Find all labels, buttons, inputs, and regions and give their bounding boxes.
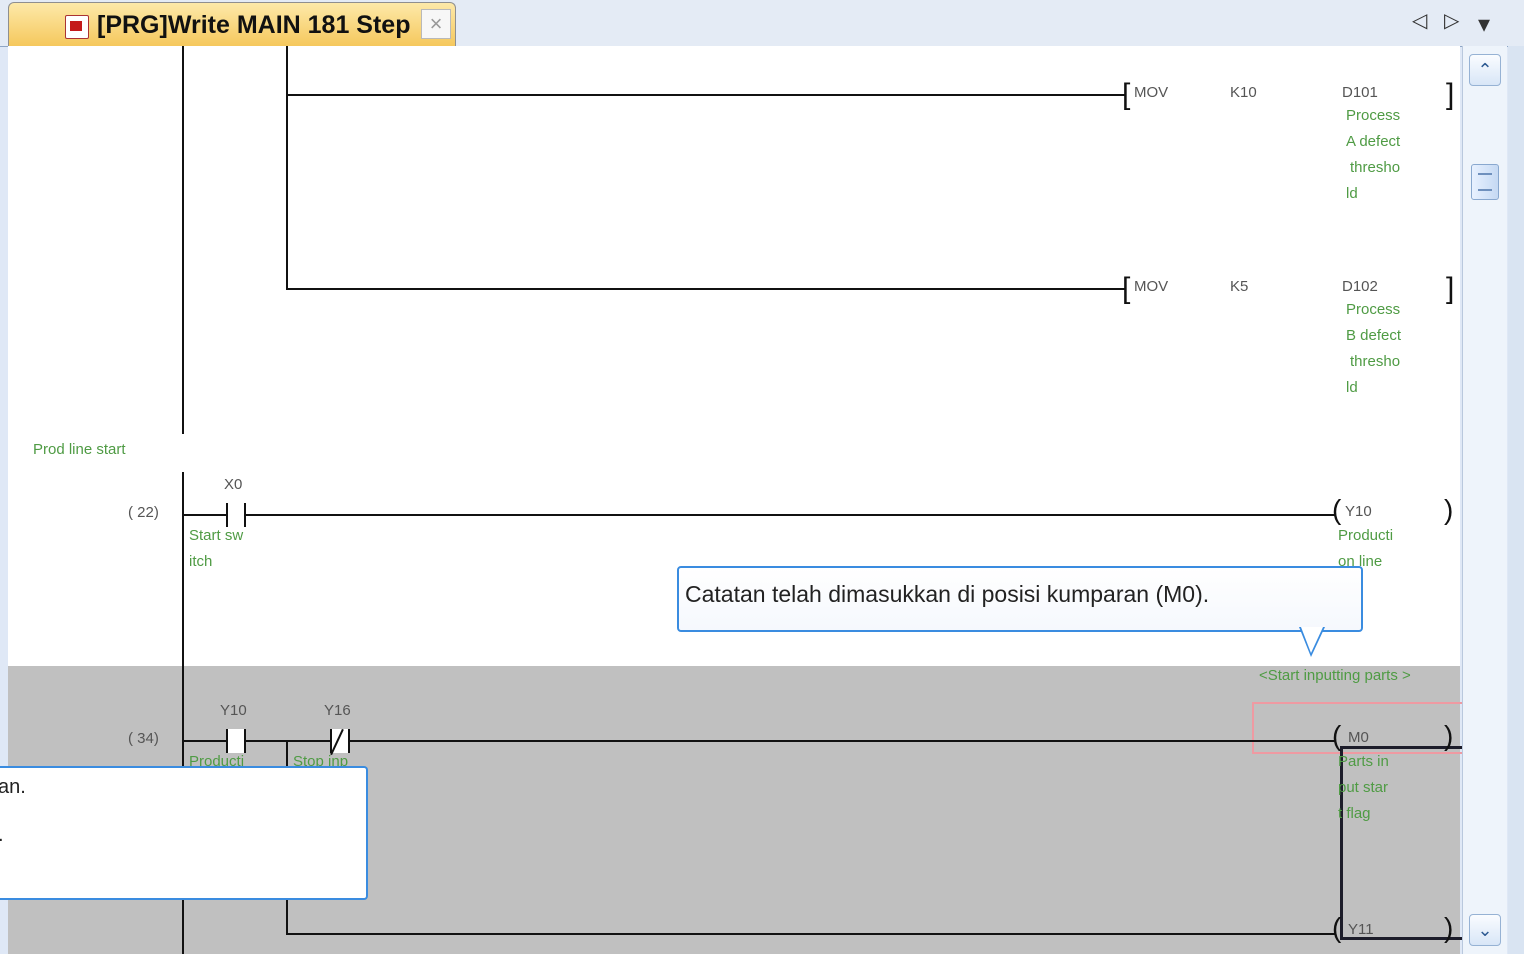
tab-list-menu-button[interactable]: ▾ <box>1478 10 1490 39</box>
tab-prg-write-main[interactable]: [PRG]Write MAIN 181 Step × <box>8 2 456 47</box>
tab-title: [PRG]Write MAIN 181 Step <box>97 11 411 39</box>
close-tab-button[interactable]: × <box>421 9 451 39</box>
scroll-down-button[interactable]: ⌄ <box>1469 914 1501 946</box>
tooltip-tail-inner <box>1301 627 1323 653</box>
scrollbar-thumb[interactable] <box>1471 164 1499 200</box>
window-frame-right <box>1508 46 1524 954</box>
secondary-balloon: an. . <box>0 766 368 900</box>
balloon-tooltip: Catatan telah dimasukkan di posisi kumpa… <box>677 566 1363 657</box>
vertical-scrollbar[interactable]: ⌃ ⌄ <box>1462 46 1507 954</box>
tab-strip: [PRG]Write MAIN 181 Step × ◁ ▷ ▾ <box>0 0 1524 47</box>
secondary-balloon-line2: . <box>0 824 4 847</box>
tooltip-text: Catatan telah dimasukkan di posisi kumpa… <box>685 581 1210 607</box>
secondary-balloon-line1: an. <box>0 776 26 798</box>
scroll-tabs-right-button[interactable]: ▷ <box>1444 8 1459 33</box>
scroll-up-button[interactable]: ⌃ <box>1469 54 1501 86</box>
program-icon <box>65 15 89 39</box>
scroll-tabs-left-button[interactable]: ◁ <box>1412 8 1427 33</box>
